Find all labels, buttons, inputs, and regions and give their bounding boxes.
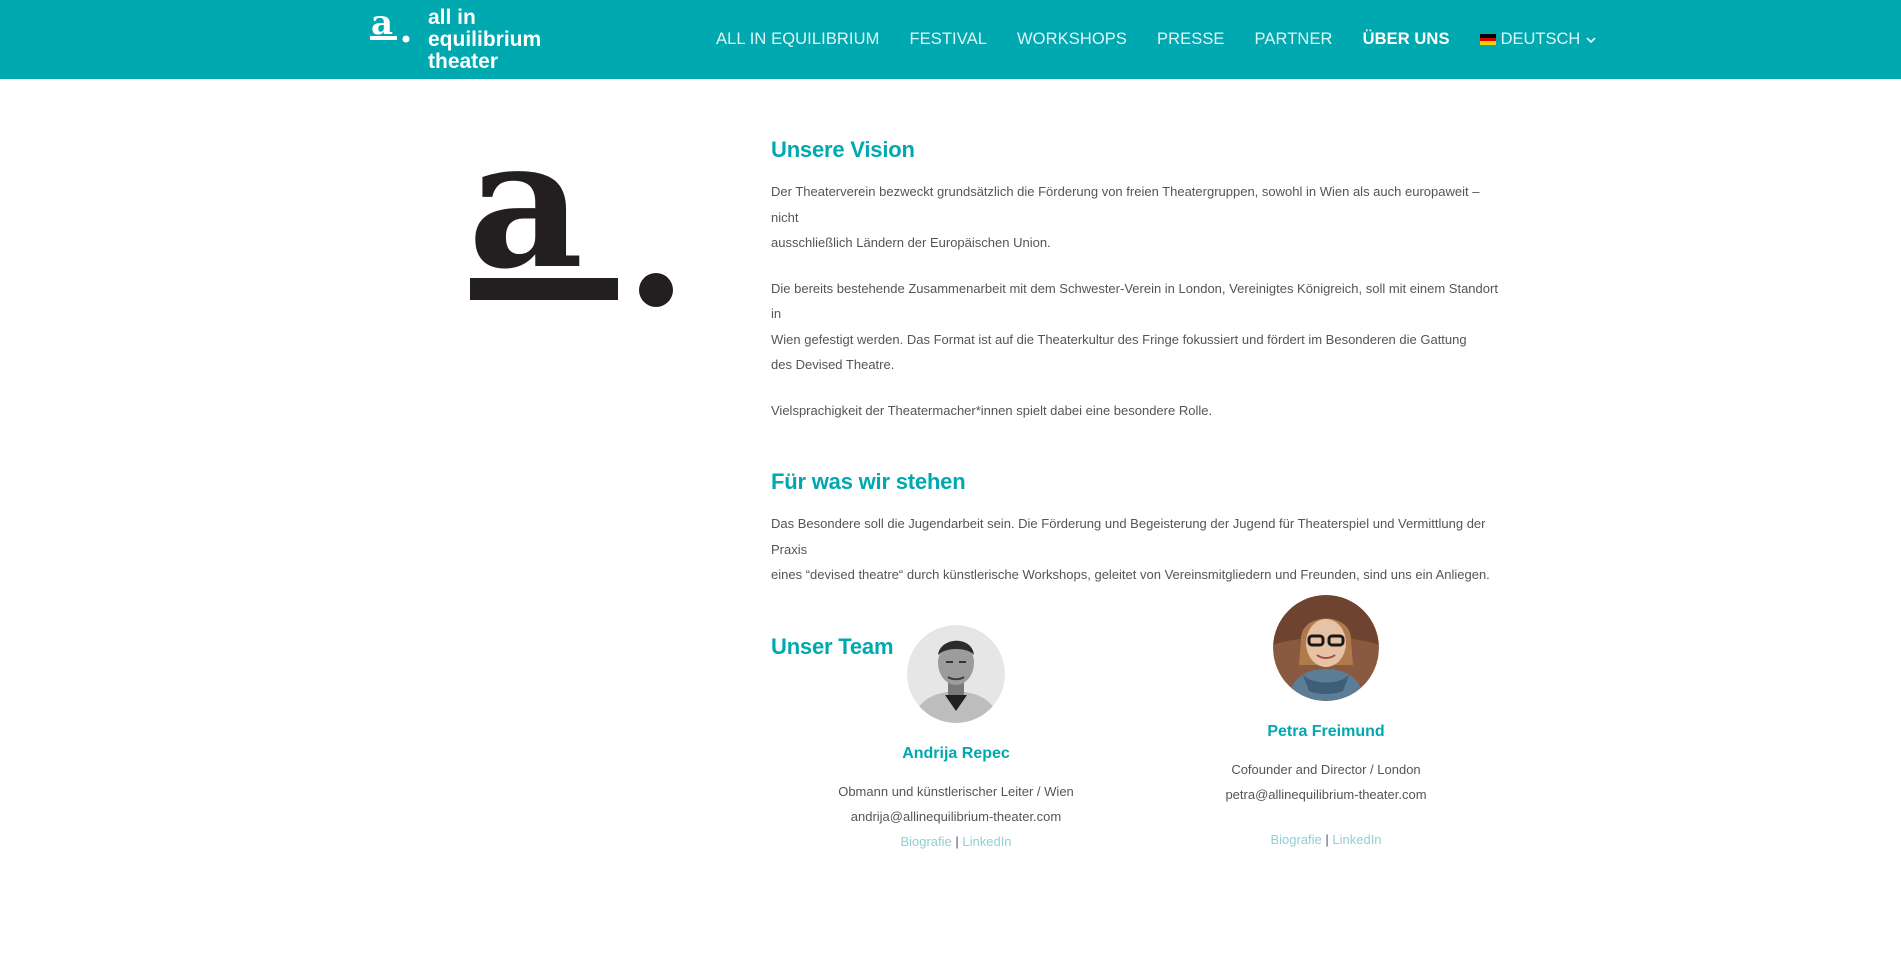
team-member-name: Petra Freimund bbox=[1267, 723, 1385, 740]
large-logo-bar bbox=[470, 278, 618, 300]
nav-item-partner[interactable]: PARTNER bbox=[1255, 30, 1333, 49]
vision-paragraph-3: Vielsprachigkeit der Theatermacher*innen… bbox=[771, 402, 1213, 418]
team-member-role: Obmann und künstlerischer Leiter / Wien bbox=[838, 784, 1074, 799]
linkedin-link[interactable]: LinkedIn bbox=[1332, 832, 1381, 847]
chevron-down-icon bbox=[1586, 36, 1596, 43]
logo-line-2: equilibrium bbox=[428, 28, 542, 51]
nav-item-presse[interactable]: PRESSE bbox=[1157, 30, 1225, 49]
logo-line-1: all in bbox=[428, 6, 476, 29]
vision-heading: Unsere Vision bbox=[771, 137, 915, 162]
team-member-card: Andrija Repec Obmann und künstlerischer … bbox=[771, 595, 1141, 854]
nav-item-ueber-uns[interactable]: ÜBER UNS bbox=[1363, 30, 1450, 49]
large-logo-letter-e: e bbox=[466, 386, 467, 441]
team-section: Andrija Repec Obmann und künstlerischer … bbox=[771, 595, 1501, 865]
logo-line-3: theater bbox=[428, 50, 499, 73]
team-member-name: Andrija Repec bbox=[902, 745, 1010, 762]
main-nav: ALL IN EQUILIBRIUM FESTIVAL WORKSHOPS PR… bbox=[716, 0, 1597, 79]
logo-mark-letter-e: e bbox=[370, 59, 371, 72]
link-separator: | bbox=[955, 834, 959, 849]
about-content: Unsere Vision Der Theaterverein bezweckt… bbox=[771, 135, 1501, 662]
logo-wordmark: all in equilibrium theater bbox=[428, 7, 541, 73]
large-logo-mark-icon: a e bbox=[466, 136, 673, 441]
site-header: a e all in equilibrium theater ALL IN EQ… bbox=[0, 0, 1901, 79]
large-logo-dot bbox=[639, 273, 673, 307]
avatar bbox=[907, 625, 1005, 723]
values-line-1: Das Besondere soll die Jugendarbeit sein… bbox=[771, 516, 1486, 557]
team-member-email[interactable]: petra@allinequilibrium-theater.com bbox=[1141, 782, 1511, 807]
language-switcher[interactable]: DEUTSCH bbox=[1479, 30, 1598, 49]
avatar bbox=[1273, 595, 1379, 701]
link-separator: | bbox=[1325, 832, 1329, 847]
values-line-2: eines “devised theatre“ durch künstleris… bbox=[771, 567, 1490, 582]
nav-item-all-in-equilibrium[interactable]: ALL IN EQUILIBRIUM bbox=[716, 30, 879, 49]
language-label: DEUTSCH bbox=[1500, 30, 1581, 48]
team-member-card: Petra Freimund Cofounder and Director / … bbox=[1141, 595, 1511, 852]
values-heading: Für was wir stehen bbox=[771, 469, 966, 494]
vision-p2-line-3: des Devised Theatre. bbox=[771, 357, 895, 372]
team-member-links: Biografie | LinkedIn bbox=[1141, 827, 1511, 852]
vision-p1-line-1: Der Theaterverein bezweckt grundsätzlich… bbox=[771, 184, 1480, 225]
logo-mark-icon: a e bbox=[370, 6, 410, 72]
german-flag-icon bbox=[1479, 34, 1496, 46]
vision-paragraph-2: Die bereits bestehende Zusammenarbeit mi… bbox=[771, 276, 1501, 378]
team-member-role: Cofounder and Director / London bbox=[1231, 762, 1421, 777]
nav-item-workshops[interactable]: WORKSHOPS bbox=[1017, 30, 1127, 49]
team-member-email[interactable]: andrija@allinequilibrium-theater.com bbox=[771, 804, 1141, 829]
values-paragraph: Das Besondere soll die Jugendarbeit sein… bbox=[771, 511, 1501, 588]
vision-p1-line-2: ausschließlich Ländern der Europäischen … bbox=[771, 235, 1051, 250]
logo-mark-dot bbox=[402, 35, 410, 43]
vision-p2-line-1: Die bereits bestehende Zusammenarbeit mi… bbox=[771, 280, 1498, 322]
linkedin-link[interactable]: LinkedIn bbox=[962, 834, 1011, 849]
team-member-links: Biografie | LinkedIn bbox=[771, 829, 1141, 854]
nav-item-festival[interactable]: FESTIVAL bbox=[909, 30, 987, 49]
logo-mark-bar bbox=[370, 36, 397, 40]
site-logo-link[interactable]: a e all in equilibrium theater bbox=[370, 6, 560, 73]
vision-paragraph-1: Der Theaterverein bezweckt grundsätzlich… bbox=[771, 179, 1501, 256]
vision-p2-line-2: Wien gefestigt werden. Das Format ist au… bbox=[771, 331, 1467, 347]
biografie-link[interactable]: Biografie bbox=[1270, 832, 1321, 847]
biografie-link[interactable]: Biografie bbox=[900, 834, 951, 849]
